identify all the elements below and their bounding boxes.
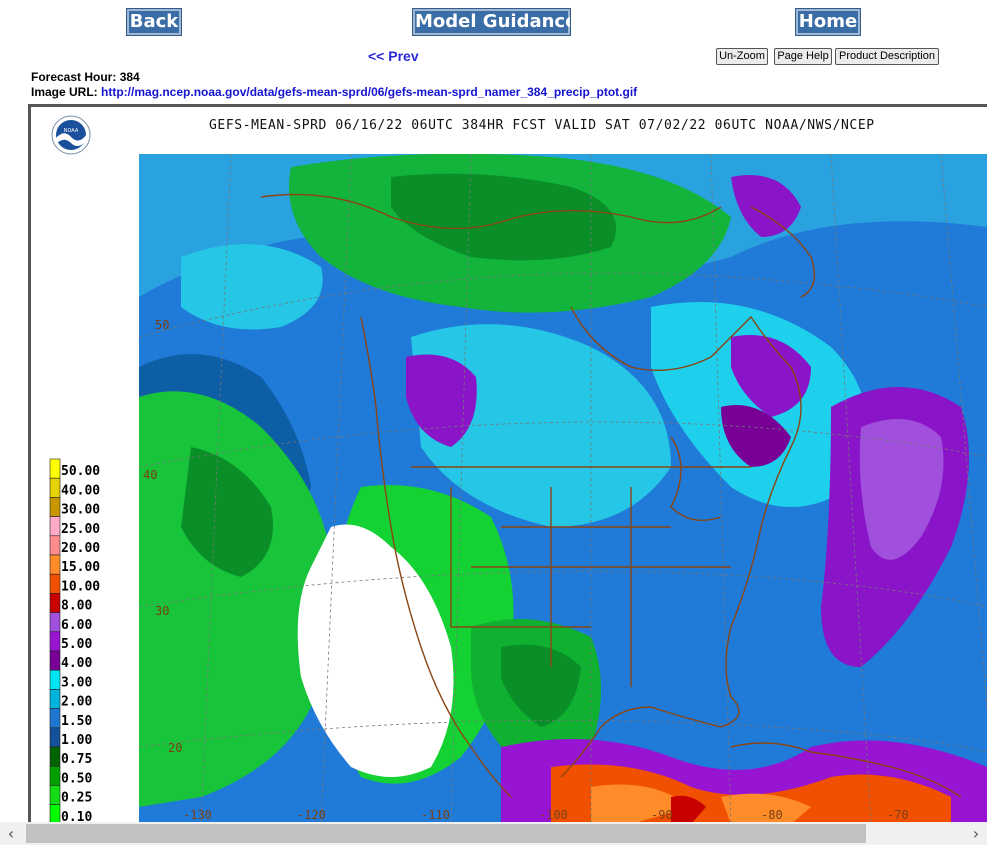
model-guidance-button[interactable]: Model Guidance [412,8,577,36]
lon-label-100: -100 [539,808,568,822]
forecast-hour-value: 384 [119,70,140,84]
legend-swatch [49,727,61,748]
scroll-left-icon[interactable]: ‹ [0,822,22,845]
lon-label-80: -80 [761,808,783,822]
legend-swatch [49,593,61,613]
legend-label: 8.00 [61,599,92,614]
forecast-hour-line: Forecast Hour: 384 [31,70,140,84]
lat-label-20: 20 [168,741,182,755]
lon-label-70: -70 [887,808,909,822]
map-canvas: NOAA 50 40 30 20 -130 -120 -110 -100 -90… [49,115,987,822]
horizontal-scrollbar[interactable]: ‹ › [0,822,987,845]
lon-label-130: -130 [183,808,212,822]
legend-label: 1.00 [61,733,92,748]
unzoom-button[interactable]: Un-Zoom [716,48,768,65]
lon-label-90: -90 [651,808,673,822]
legend-label: 10.00 [61,579,100,594]
legend-label: 0.25 [61,791,92,806]
legend-label: 3.00 [61,675,92,690]
page-help-button[interactable]: Page Help [774,48,832,65]
legend-swatch [49,612,61,633]
legend-swatch [49,746,61,767]
legend-swatch [49,535,61,556]
legend-label: 4.00 [61,656,92,671]
lat-label-30: 30 [155,604,169,618]
prev-link[interactable]: << Prev [368,48,419,64]
legend-swatch [49,765,61,786]
legend-swatch [49,669,61,690]
legend-label: 0.10 [61,810,92,822]
legend-label: 40.00 [61,483,100,498]
legend-swatch [49,804,61,822]
legend-swatch [49,708,61,729]
legend-label: 15.00 [61,560,100,575]
legend-swatch [49,554,61,575]
lon-label-120: -120 [297,808,326,822]
legend-swatch [49,689,61,709]
legend-label: 0.75 [61,752,92,767]
scroll-right-icon[interactable]: › [965,822,987,845]
lat-label-50: 50 [155,318,169,332]
lon-label-110: -110 [421,808,450,822]
precip-legend: 50.00 40.00 30.00 25.00 20.00 15.00 10.00 8.00 6… [49,458,100,822]
legend-label: 1.50 [61,714,92,729]
legend-label: 2.00 [61,695,92,710]
legend-label: 50.00 [61,464,100,479]
scroll-thumb[interactable] [26,824,866,843]
legend-swatch [49,631,61,652]
noaa-logo-text: NOAA [64,128,79,134]
image-url-line: Image URL: http://mag.ncep.noaa.gov/data… [31,85,637,99]
legend-swatch [49,477,61,498]
forecast-map-image[interactable]: GEFS-MEAN-SPRD 06/16/22 06UTC 384HR FCST… [28,104,987,822]
legend-swatch [49,516,61,537]
legend-label: 6.00 [61,618,92,633]
legend-label: 0.50 [61,771,92,786]
legend-swatch [49,458,61,479]
legend-label: 20.00 [61,541,100,556]
home-button[interactable]: Home [795,8,861,36]
product-description-button[interactable]: Product Description [835,48,939,65]
legend-label: 30.00 [61,503,100,518]
back-button[interactable]: Back [126,8,182,36]
legend-swatch [49,650,61,671]
forecast-hour-label: Forecast Hour: [31,70,117,84]
legend-swatch [49,497,61,517]
noaa-logo: NOAA [51,115,91,155]
legend-swatch [49,573,61,594]
legend-label: 5.00 [61,637,92,652]
legend-label: 25.00 [61,522,100,537]
image-url-label: Image URL: [31,85,98,99]
legend-swatch [49,785,61,805]
image-url-link[interactable]: http://mag.ncep.noaa.gov/data/gefs-mean-… [101,85,637,99]
lat-label-40: 40 [143,468,157,482]
